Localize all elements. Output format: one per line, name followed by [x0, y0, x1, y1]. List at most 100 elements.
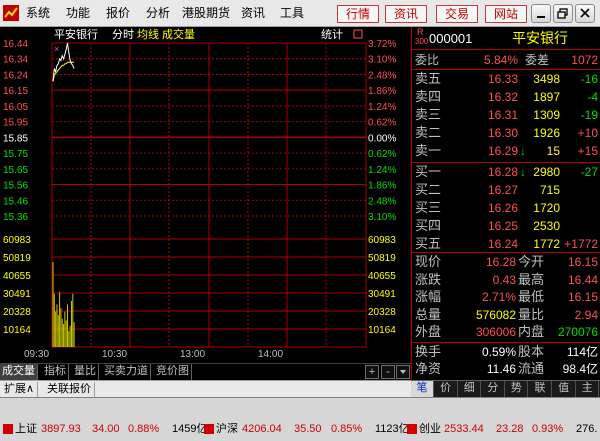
- menu-function[interactable]: 功能: [66, 6, 90, 20]
- tab-buy-sell-force[interactable]: 买卖力道: [102, 364, 151, 380]
- market-tag: R: [417, 27, 424, 37]
- ask-volume: 1309: [533, 108, 560, 122]
- bid-price: 16.24: [487, 237, 518, 251]
- minimize-button[interactable]: [531, 4, 551, 23]
- detail-tab-4[interactable]: 势: [505, 381, 529, 397]
- intraday-chart[interactable]: 平安银行 分时 均线 成交量 统计 16.44 3.72% 16.34 3.10% 16.24 2.…: [0, 27, 410, 363]
- extra-value: 0.59%: [481, 345, 516, 359]
- volume-tick-label-right: 50819: [368, 253, 396, 264]
- panel-menu-button[interactable]: [396, 365, 410, 379]
- ask-row-label: 卖四: [415, 89, 442, 104]
- menu-analysis[interactable]: 分析: [146, 6, 170, 20]
- detail-tab-2[interactable]: 细: [458, 381, 482, 397]
- menu-system[interactable]: 系统: [26, 6, 50, 20]
- pct-tick-label: 0.00%: [368, 133, 396, 144]
- ask-change: +10: [577, 126, 598, 140]
- close-button[interactable]: [575, 4, 595, 23]
- volume-legend: 成交量: [162, 27, 195, 41]
- info-button[interactable]: 资讯: [385, 5, 427, 23]
- sh-index-label: 上证: [15, 423, 37, 435]
- detail-tab-0[interactable]: 笔: [411, 381, 434, 397]
- pct-tick-label: 3.10%: [368, 212, 396, 223]
- maximize-button[interactable]: [553, 4, 573, 23]
- related-quote-tab[interactable]: 关联报价: [44, 382, 95, 397]
- tab-volume-ratio[interactable]: 量比: [72, 364, 99, 380]
- tab-volume[interactable]: 成交量: [0, 364, 38, 380]
- expand-strip: 扩展∧ 关联报价: [0, 380, 411, 397]
- detail-tab-5[interactable]: 联: [529, 381, 552, 397]
- bid-row-label: 买五: [415, 236, 442, 251]
- divider: [412, 69, 600, 70]
- trade-button[interactable]: 交易: [436, 5, 478, 23]
- volume-tick-label: 50819: [3, 253, 31, 264]
- pct-tick-label: 3.72%: [368, 39, 396, 50]
- menu-bar: 系统 功能 报价 分析 港股期货 资讯 工具 行情 资讯 交易 网站: [0, 0, 600, 27]
- stat-label: 量比: [518, 306, 545, 322]
- pct-tick-label: 0.62%: [368, 149, 396, 160]
- menu-news[interactable]: 资讯: [241, 6, 265, 20]
- menu-quote[interactable]: 报价: [106, 6, 130, 20]
- detail-tab-1[interactable]: 价: [435, 381, 458, 397]
- price-tick-label: 16.05: [3, 102, 28, 113]
- menu-tools[interactable]: 工具: [280, 6, 304, 20]
- sh-index-pct: 0.88%: [128, 423, 160, 435]
- index-status-bar: 上证 3897.93 34.00 0.88% 1459亿 沪深 4206.04 …: [0, 397, 600, 441]
- avg-price-line: [52, 61, 75, 82]
- pct-tick-label: 1.24%: [368, 165, 396, 176]
- chevron-down-icon: [400, 370, 406, 374]
- volume-tick-label-right: 20328: [368, 307, 396, 318]
- ask-price: 16.30: [487, 126, 518, 140]
- stat-label: 总量: [415, 306, 442, 322]
- ask-row-label: 卖一: [415, 143, 442, 158]
- ask-change: -4: [587, 90, 598, 104]
- weibi-value: 5.84%: [483, 53, 518, 67]
- bid-change: -27: [580, 165, 598, 179]
- ask-price: 16.33: [487, 72, 518, 86]
- restore-icon: [557, 8, 568, 19]
- bid-volume: 1772: [533, 237, 560, 251]
- bid-row-label: 买一: [415, 164, 442, 179]
- stat-value: 16.28: [485, 255, 516, 269]
- sz-index-pct: 0.85%: [331, 423, 363, 435]
- stat-label: 最高: [518, 271, 545, 287]
- minimize-icon: [537, 16, 545, 18]
- stat-value: 270076: [557, 325, 598, 340]
- menu-hk-futures[interactable]: 港股期货: [182, 6, 230, 20]
- stat-label: 内盘: [518, 324, 545, 340]
- detail-tab-3[interactable]: 分: [482, 381, 505, 397]
- chart-period-label: 分时: [112, 28, 134, 41]
- extra-label: 股本: [518, 344, 545, 359]
- cy-flag-icon: [406, 423, 418, 439]
- market-button[interactable]: 行情: [337, 5, 379, 23]
- website-button[interactable]: 网站: [485, 5, 527, 23]
- volume-tick-label: 10164: [3, 325, 31, 336]
- bid-volume: 715: [539, 183, 560, 197]
- price-tick-label: 16.15: [3, 86, 28, 97]
- pct-tick-label: 3.10%: [368, 55, 396, 66]
- detail-tab-6[interactable]: 值: [553, 381, 576, 397]
- ask-row-label: 卖三: [415, 107, 442, 122]
- zoom-in-button[interactable]: +: [365, 365, 379, 379]
- stat-label: 涨跌: [415, 271, 442, 287]
- time-tick-label: 13:00: [180, 349, 205, 360]
- price-tick-label: 16.24: [3, 70, 28, 81]
- tab-auction-chart[interactable]: 竞价图: [154, 364, 192, 380]
- volume-tick-label-right: 60983: [368, 235, 396, 246]
- tab-indicator[interactable]: 指标: [42, 364, 69, 380]
- extra-label: 换手: [415, 344, 442, 359]
- stat-label: 外盘: [415, 324, 442, 340]
- sh-index-change: 34.00: [92, 423, 120, 435]
- zoom-out-button[interactable]: -: [381, 365, 395, 379]
- market-num: 300: [415, 37, 429, 46]
- stat-value: 2.94: [574, 307, 598, 322]
- volume-tick-label: 30491: [3, 289, 31, 300]
- sh-index-value: 3897.93: [41, 423, 81, 435]
- bid-row-label: 买三: [415, 200, 442, 215]
- ask-price: 16.31: [487, 108, 518, 122]
- close-icon: [580, 8, 590, 18]
- cy-index-pct: 0.93%: [532, 423, 564, 435]
- app-logo-icon: [3, 5, 19, 21]
- bid-row-label: 买四: [415, 218, 442, 233]
- expand-tab[interactable]: 扩展∧: [1, 382, 39, 397]
- detail-tab-7[interactable]: 主: [576, 381, 600, 397]
